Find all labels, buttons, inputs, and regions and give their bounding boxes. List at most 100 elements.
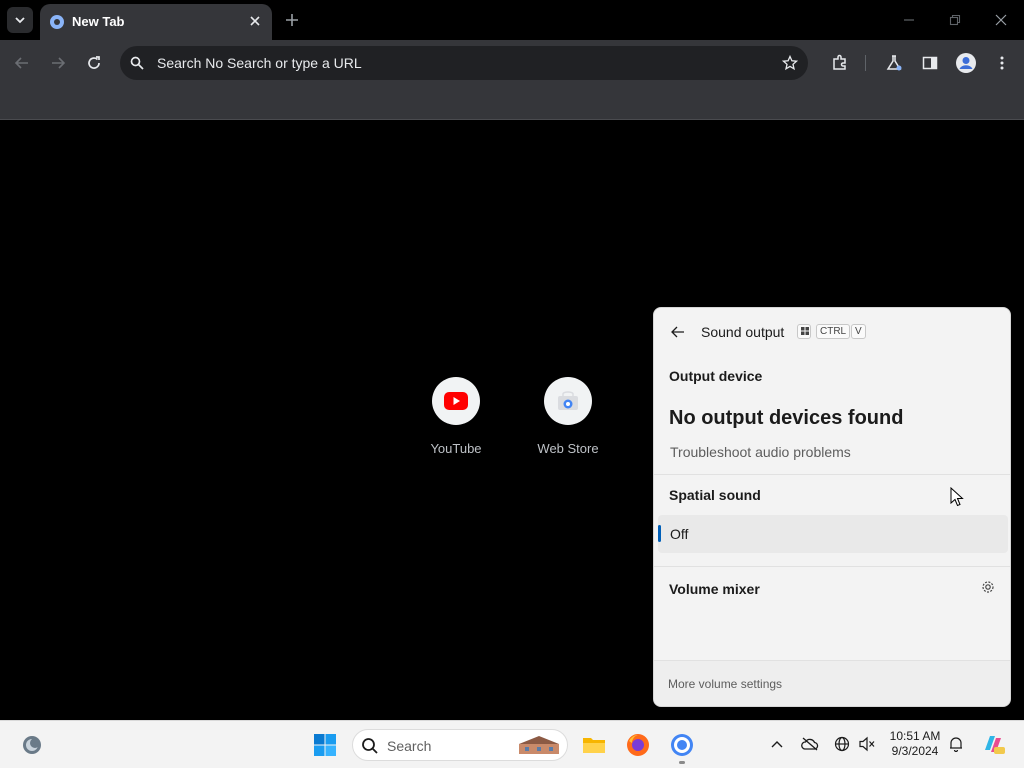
flyout-footer: More volume settings	[654, 660, 1010, 706]
start-button[interactable]	[309, 729, 341, 761]
chevron-down-icon	[15, 17, 25, 24]
notifications-button[interactable]	[945, 733, 967, 755]
back-button[interactable]	[8, 49, 36, 77]
shortcut-label: Web Store	[537, 441, 599, 456]
labs-button[interactable]	[880, 49, 908, 77]
youtube-icon	[444, 392, 468, 410]
file-explorer-icon	[583, 738, 605, 753]
chrome-icon	[671, 734, 693, 756]
clock-time: 10:51 AM	[889, 729, 941, 743]
firefox-button[interactable]	[622, 729, 654, 761]
taskbar-search-box[interactable]: Search	[352, 729, 568, 761]
back-button[interactable]	[668, 322, 688, 342]
address-bar[interactable]: Search No Search or type a URL	[120, 46, 808, 80]
globe-icon	[834, 736, 850, 752]
reload-button[interactable]	[80, 49, 108, 77]
chrome-button[interactable]	[666, 729, 698, 764]
show-hidden-icons-button[interactable]	[766, 733, 788, 755]
side-panel-icon	[922, 56, 938, 70]
kebab-menu-icon	[1000, 56, 1004, 70]
minimize-button[interactable]	[895, 6, 923, 34]
globe-icon	[50, 15, 64, 29]
close-window-button[interactable]	[987, 6, 1015, 34]
puzzle-icon	[833, 54, 846, 70]
forward-button[interactable]	[44, 49, 72, 77]
avatar-icon	[956, 53, 976, 73]
shortcut-tile	[432, 377, 480, 425]
widgets-button[interactable]	[16, 729, 48, 761]
bookmarks-bar	[0, 86, 1024, 120]
windows-start-icon	[314, 734, 336, 756]
side-panel-button[interactable]	[916, 49, 944, 77]
cloud-offline-icon	[801, 737, 819, 751]
shortcut-key: V	[851, 324, 866, 339]
file-explorer-button[interactable]	[578, 729, 610, 761]
divider	[654, 566, 1010, 567]
arrow-right-icon	[52, 57, 66, 69]
mouse-cursor-icon	[950, 487, 964, 507]
bookmark-star-button[interactable]	[780, 53, 800, 73]
spatial-sound-value: Off	[670, 526, 689, 542]
restore-button[interactable]	[941, 6, 969, 34]
shortcut-web-store[interactable]: Web Store	[523, 377, 613, 467]
plus-icon	[286, 14, 298, 26]
tab-close-button[interactable]	[246, 12, 264, 30]
no-output-devices-text: No output devices found	[669, 407, 904, 429]
toolbar-divider	[865, 55, 866, 71]
profile-button[interactable]	[952, 49, 980, 77]
speaker-muted-icon	[859, 736, 875, 752]
extensions-button[interactable]	[826, 49, 854, 77]
copilot-icon	[985, 736, 1005, 754]
arrow-left-icon	[14, 57, 28, 69]
active-app-indicator	[679, 761, 685, 764]
taskbar-search-label: Search	[387, 738, 432, 754]
new-tab-button[interactable]	[280, 8, 304, 32]
menu-button[interactable]	[988, 49, 1016, 77]
volume-button[interactable]	[856, 733, 878, 755]
windows-key-icon	[797, 324, 811, 339]
output-device-heading: Output device	[669, 368, 763, 384]
search-icon	[362, 738, 378, 754]
clock-date: 9/3/2024	[891, 744, 939, 758]
selection-indicator	[658, 525, 661, 542]
bell-icon	[950, 737, 962, 752]
shortcut-youtube[interactable]: YouTube	[411, 377, 501, 467]
copilot-button[interactable]	[980, 731, 1006, 757]
tab-search-button[interactable]	[7, 7, 33, 33]
reload-icon	[88, 56, 100, 69]
flyout-title: Sound output	[701, 324, 785, 340]
star-icon	[782, 55, 798, 71]
shortcut-label: YouTube	[430, 441, 482, 456]
more-volume-settings-link[interactable]: More volume settings	[668, 677, 782, 691]
flask-icon	[886, 55, 902, 71]
volume-mixer-settings-button[interactable]	[980, 579, 996, 595]
spatial-sound-heading: Spatial sound	[669, 487, 761, 503]
taskbar: Search 10:51 AM 9/3/2024	[0, 720, 1024, 768]
volume-mixer-heading: Volume mixer	[669, 581, 760, 597]
web-store-icon	[558, 391, 578, 410]
search-icon	[128, 54, 146, 72]
close-icon	[995, 14, 1007, 26]
restore-icon	[949, 14, 961, 26]
gear-icon	[982, 581, 994, 593]
search-highlight-icon	[519, 736, 559, 754]
firefox-icon	[627, 734, 649, 756]
troubleshoot-audio-link[interactable]: Troubleshoot audio problems	[670, 444, 851, 460]
tab-new-tab[interactable]: New Tab	[40, 4, 272, 40]
arrow-left-icon	[671, 326, 684, 338]
weather-icon	[23, 736, 41, 754]
address-bar-placeholder: Search No Search or type a URL	[157, 55, 362, 71]
divider	[654, 474, 1010, 475]
taskbar-clock[interactable]: 10:51 AM 9/3/2024	[884, 729, 946, 759]
minimize-icon	[904, 19, 914, 21]
browser-title-bar: New Tab	[0, 0, 1024, 40]
shortcut-tile	[544, 377, 592, 425]
spatial-sound-option-off[interactable]: Off	[658, 515, 1008, 553]
close-icon	[250, 16, 260, 26]
shortcut-key: CTRL	[816, 324, 851, 339]
chevron-up-icon	[771, 741, 783, 748]
tab-title: New Tab	[72, 14, 125, 29]
network-button[interactable]	[831, 733, 853, 755]
sound-output-flyout: Sound output CTRL V Output device No out…	[653, 307, 1011, 707]
onedrive-button[interactable]	[799, 733, 821, 755]
